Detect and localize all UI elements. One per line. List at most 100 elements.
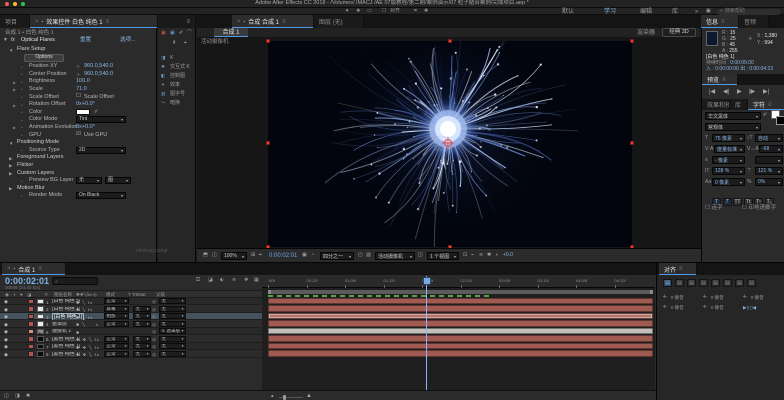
fast-previews-icon[interactable]: ⌁ <box>471 253 474 258</box>
tab-composition[interactable]: × ▪ 合成 合成 1 ≡ <box>232 15 314 28</box>
current-time-indicator-head[interactable] <box>423 277 431 285</box>
layer-color-chip[interactable] <box>28 351 34 357</box>
align-button-1[interactable]: ▤ <box>675 279 684 287</box>
parent-select[interactable]: 无▾ <box>159 343 186 349</box>
roi-icon[interactable]: ◰ <box>358 253 363 258</box>
people-tool-icon[interactable]: ✦ <box>345 9 349 14</box>
trkmat-select[interactable]: 无▾ <box>133 336 151 342</box>
stroke-color-swatch[interactable] <box>776 116 784 125</box>
stopwatch-icon[interactable]: ◔ <box>20 95 23 100</box>
layer-color-chip[interactable] <box>28 314 34 320</box>
stroke-style-select[interactable]: ▾ <box>755 156 783 164</box>
timeline-layer-row-3[interactable]: ◉3[白色 纯色 1]✱ ╲ fx相加▾无▾◎无▾ <box>0 313 262 321</box>
grid-guides-icon[interactable]: ⊞ <box>251 253 255 258</box>
layer-duration-bar-4[interactable] <box>268 320 653 327</box>
tab-library[interactable]: 库 <box>730 99 748 110</box>
param-select-2[interactable]: 图▾ <box>105 177 131 184</box>
draft-3d-icon[interactable]: ◪ <box>208 278 213 283</box>
layer-switches[interactable]: ✱ ╲ fx <box>76 307 93 312</box>
align-item-1[interactable]: ✛0 静音 <box>703 293 741 301</box>
tab-character[interactable]: 字符≡ <box>748 99 784 110</box>
twirl-icon[interactable]: ▶ <box>9 186 12 192</box>
tab-timeline-comp[interactable]: × ▪ 合成 1 ≡ <box>2 263 66 275</box>
effect-name[interactable]: Optical Flares <box>21 38 55 44</box>
mode-select[interactable]: 正常▾ <box>104 351 129 357</box>
frame-blending-icon[interactable]: ≋ <box>232 278 236 283</box>
font-size-select[interactable]: 75 像素▾ <box>712 134 745 142</box>
selection-handle-2[interactable] <box>630 39 634 43</box>
tab-info[interactable]: 信息≡ <box>701 15 739 28</box>
timeline-layer-row-1[interactable]: ◉1[白色 纯色 5]✱ ╲ fx正常▾◎无▾ <box>0 298 262 306</box>
layer-duration-bar-2[interactable] <box>268 305 653 312</box>
selection-handle-0[interactable] <box>266 39 270 43</box>
param-checkbox[interactable]: ☐ <box>76 94 81 100</box>
layer-switches[interactable]: ✱ ╲ <box>76 322 86 327</box>
strip-item-2[interactable]: ◧控制图 <box>158 72 196 81</box>
layer-switches[interactable]: ✱ ❖ ╲ fx <box>76 345 100 350</box>
renderer-button[interactable]: 经典 3D <box>662 28 696 37</box>
pixel-aspect-icon[interactable]: ⊡ <box>463 253 467 258</box>
leading-select[interactable]: 自动▾ <box>755 134 783 142</box>
parent-select[interactable]: 无▾ <box>159 336 186 342</box>
comp-image[interactable] <box>268 41 632 247</box>
expander-icon[interactable]: ▶ <box>13 103 16 108</box>
param-select[interactable]: On Black▾ <box>76 192 126 199</box>
selection-handle-3[interactable] <box>266 141 270 145</box>
mode-column-header[interactable]: 模式 <box>106 293 115 298</box>
strip-item-0[interactable]: ◨K <box>158 54 196 63</box>
align-item-2[interactable]: ✛0 静音 <box>743 293 781 301</box>
anchor-strip-icon[interactable]: ⇞ <box>172 41 176 46</box>
stopwatch-icon[interactable]: ◔ <box>20 148 23 153</box>
param-value[interactable]: 0x+0.0° <box>76 102 95 108</box>
tab-project[interactable]: 项目 <box>0 15 30 28</box>
kerning-select[interactable]: 度量标准▾ <box>714 145 745 153</box>
tracking-select[interactable]: -68▾ <box>759 145 783 153</box>
work-area-start-handle[interactable] <box>268 290 271 294</box>
twirl-icon[interactable]: ▶ <box>9 171 12 177</box>
strip-item-4[interactable]: ▥图字号 <box>158 90 196 99</box>
param-select[interactable]: Tint▾ <box>76 116 126 123</box>
expander-icon[interactable]: ▶ <box>13 125 16 130</box>
layer-switches[interactable]: ✱ <box>76 330 80 335</box>
zoom-out-mountain-icon[interactable]: ▴ <box>271 394 274 399</box>
stopwatch-icon[interactable]: ◔ <box>20 87 23 92</box>
trkmat-select[interactable]: 无▾ <box>133 306 151 312</box>
panel-menu-icon[interactable]: ≡ <box>282 19 286 25</box>
parent-select[interactable]: 无▾ <box>159 351 186 357</box>
timeline-search-box[interactable]: ⌕ <box>52 277 98 285</box>
layer-name[interactable]: 摄像机 1 <box>52 329 71 334</box>
target-strip-icon[interactable]: ⌖ <box>184 41 187 46</box>
people2-tool-icon[interactable]: ❖ <box>356 9 360 14</box>
trkmat-select[interactable]: 无▾ <box>133 351 151 357</box>
param-value[interactable]: 960.0,540.0 <box>84 72 113 78</box>
twirl-icon[interactable]: ▼ <box>9 48 13 53</box>
twirl-icon[interactable]: ▼ <box>3 38 8 43</box>
red-tool-icon[interactable]: ▣ <box>161 31 166 36</box>
last-frame-button[interactable]: ▶| <box>763 89 769 95</box>
vertical-scale-select[interactable]: 128 %▾ <box>712 167 745 175</box>
timeline-layer-row-6[interactable]: ◉6[黑色 纯色 1]✱ ❖ ╲ fx正常▾无▾◎无▾ <box>0 335 262 343</box>
close-tab-icon[interactable]: × <box>237 19 241 25</box>
close-tab-icon[interactable]: × <box>35 19 39 25</box>
eyedropper-icon[interactable]: ✐ <box>94 109 98 115</box>
selection-handle-4[interactable] <box>630 141 634 145</box>
share-view-icon[interactable]: ◫ <box>418 253 423 258</box>
align-button-7[interactable]: ▤ <box>747 279 756 287</box>
trkmat-select[interactable]: 无▾ <box>133 313 151 319</box>
current-time-indicator-line[interactable] <box>426 276 427 390</box>
viewer-comp-chip[interactable]: 合成 1 <box>214 28 248 37</box>
layer-color-chip[interactable] <box>28 321 34 327</box>
next-frame-button[interactable]: |▶ <box>749 89 755 95</box>
align-button-4[interactable]: ▤ <box>711 279 720 287</box>
parent-pickwhip-icon[interactable]: ◎ <box>152 352 156 358</box>
curve-strip-icon[interactable]: ⌒ <box>187 31 192 36</box>
stopwatch-icon[interactable]: ◔ <box>20 80 23 85</box>
param-value[interactable]: 960.0,540.0 <box>84 64 113 70</box>
param-select-1[interactable]: 无▾ <box>76 177 102 184</box>
stopwatch-icon[interactable]: ◔ <box>20 72 23 77</box>
lock-icon[interactable]: ▪ <box>244 19 246 25</box>
align-play-icons[interactable]: ▶▯ ▯◀ <box>743 305 756 311</box>
magnification-icon[interactable]: ◫ <box>212 253 217 258</box>
zoom-select[interactable]: 100%▾ <box>221 252 247 260</box>
mode-select[interactable]: 正常▾ <box>104 321 129 327</box>
